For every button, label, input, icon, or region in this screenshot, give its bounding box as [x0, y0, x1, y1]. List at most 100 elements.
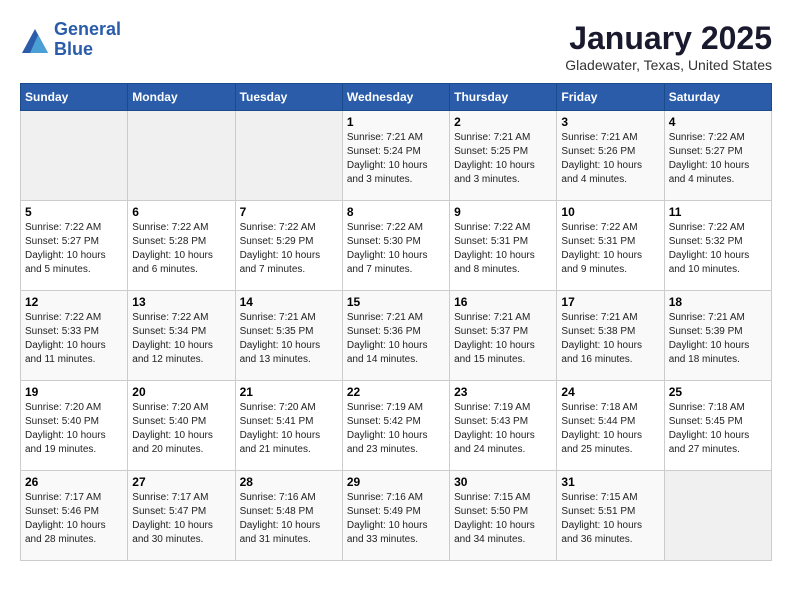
day-number: 6: [132, 205, 230, 219]
header-tuesday: Tuesday: [235, 84, 342, 111]
calendar-cell: 31 Sunrise: 7:15 AMSunset: 5:51 PMDayligh…: [557, 471, 664, 561]
day-number: 1: [347, 115, 445, 129]
day-number: 3: [561, 115, 659, 129]
day-info: Sunrise: 7:20 AMSunset: 5:41 PMDaylight:…: [240, 401, 338, 457]
day-info: Sunrise: 7:20 AMSunset: 5:40 PMDaylight:…: [132, 401, 230, 457]
calendar-cell: 22 Sunrise: 7:19 AMSunset: 5:42 PMDayligh…: [342, 381, 449, 471]
calendar-cell: 15Sunrise: 7:21 AMSunset: 5:36 PMDayligh…: [342, 291, 449, 381]
calendar-cell: 20 Sunrise: 7:20 AMSunset: 5:40 PMDayligh…: [128, 381, 235, 471]
day-number: 27: [132, 475, 230, 489]
day-info: Sunrise: 7:22 AMSunset: 5:33 PMDaylight:…: [25, 311, 123, 367]
day-number: 7: [240, 205, 338, 219]
calendar-cell: 17Sunrise: 7:21 AMSunset: 5:38 PMDayligh…: [557, 291, 664, 381]
day-info: Sunrise: 7:18 AMSunset: 5:44 PMDaylight:…: [561, 401, 659, 457]
calendar-cell: 2 Sunrise: 7:21 AMSunset: 5:25 PMDaylight…: [450, 111, 557, 201]
calendar-cell: 29Sunrise: 7:16 AMSunset: 5:49 PMDayligh…: [342, 471, 449, 561]
calendar-cell: 5Sunrise: 7:22 AMSunset: 5:27 PMDaylight…: [21, 201, 128, 291]
day-info: Sunrise: 7:21 AMSunset: 5:37 PMDaylight:…: [454, 311, 552, 367]
day-number: 25: [669, 385, 767, 399]
day-number: 28: [240, 475, 338, 489]
calendar-subtitle: Gladewater, Texas, United States: [565, 57, 772, 73]
logo-text: General Blue: [54, 20, 121, 60]
day-number: 30: [454, 475, 552, 489]
calendar-cell: [21, 111, 128, 201]
calendar-cell: [664, 471, 771, 561]
calendar-cell: 23 Sunrise: 7:19 AMSunset: 5:43 PMDayligh…: [450, 381, 557, 471]
calendar-cell: 7 Sunrise: 7:22 AMSunset: 5:29 PMDaylight…: [235, 201, 342, 291]
week-row-2: 5Sunrise: 7:22 AMSunset: 5:27 PMDaylight…: [21, 201, 772, 291]
header-wednesday: Wednesday: [342, 84, 449, 111]
day-info: Sunrise: 7:15 AMSunset: 5:51 PMDaylight:…: [561, 491, 659, 547]
day-number: 19: [25, 385, 123, 399]
day-info: Sunrise: 7:22 AMSunset: 5:31 PMDaylight:…: [561, 221, 659, 277]
calendar-cell: 13 Sunrise: 7:22 AMSunset: 5:34 PMDayligh…: [128, 291, 235, 381]
day-number: 23: [454, 385, 552, 399]
week-row-1: 1Sunrise: 7:21 AMSunset: 5:24 PMDaylight…: [21, 111, 772, 201]
calendar-cell: 3Sunrise: 7:21 AMSunset: 5:26 PMDaylight…: [557, 111, 664, 201]
calendar-cell: 9Sunrise: 7:22 AMSunset: 5:31 PMDaylight…: [450, 201, 557, 291]
calendar-cell: 30 Sunrise: 7:15 AMSunset: 5:50 PMDayligh…: [450, 471, 557, 561]
day-info: Sunrise: 7:19 AMSunset: 5:42 PMDaylight:…: [347, 401, 445, 457]
day-info: Sunrise: 7:22 AMSunset: 5:30 PMDaylight:…: [347, 221, 445, 277]
day-info: Sunrise: 7:22 AMSunset: 5:27 PMDaylight:…: [25, 221, 123, 277]
day-info: Sunrise: 7:22 AMSunset: 5:28 PMDaylight:…: [132, 221, 230, 277]
page-header: General Blue January 2025 Gladewater, Te…: [20, 20, 772, 73]
header-sunday: Sunday: [21, 84, 128, 111]
day-number: 10: [561, 205, 659, 219]
day-info: Sunrise: 7:20 AMSunset: 5:40 PMDaylight:…: [25, 401, 123, 457]
day-number: 4: [669, 115, 767, 129]
day-info: Sunrise: 7:22 AMSunset: 5:32 PMDaylight:…: [669, 221, 767, 277]
day-number: 8: [347, 205, 445, 219]
logo-icon: [20, 27, 50, 57]
day-info: Sunrise: 7:19 AMSunset: 5:43 PMDaylight:…: [454, 401, 552, 457]
day-number: 18: [669, 295, 767, 309]
day-number: 21: [240, 385, 338, 399]
day-info: Sunrise: 7:18 AMSunset: 5:45 PMDaylight:…: [669, 401, 767, 457]
week-row-3: 12 Sunrise: 7:22 AMSunset: 5:33 PMDayligh…: [21, 291, 772, 381]
day-info: Sunrise: 7:22 AMSunset: 5:31 PMDaylight:…: [454, 221, 552, 277]
day-info: Sunrise: 7:16 AMSunset: 5:48 PMDaylight:…: [240, 491, 338, 547]
calendar-cell: [235, 111, 342, 201]
day-number: 17: [561, 295, 659, 309]
calendar-cell: 12 Sunrise: 7:22 AMSunset: 5:33 PMDayligh…: [21, 291, 128, 381]
day-info: Sunrise: 7:15 AMSunset: 5:50 PMDaylight:…: [454, 491, 552, 547]
calendar-cell: 25 Sunrise: 7:18 AMSunset: 5:45 PMDayligh…: [664, 381, 771, 471]
day-number: 2: [454, 115, 552, 129]
calendar-cell: 14 Sunrise: 7:21 AMSunset: 5:35 PMDayligh…: [235, 291, 342, 381]
day-number: 12: [25, 295, 123, 309]
calendar-cell: 10 Sunrise: 7:22 AMSunset: 5:31 PMDayligh…: [557, 201, 664, 291]
day-info: Sunrise: 7:22 AMSunset: 5:29 PMDaylight:…: [240, 221, 338, 277]
week-row-5: 26 Sunrise: 7:17 AMSunset: 5:46 PMDayligh…: [21, 471, 772, 561]
calendar-body: 1Sunrise: 7:21 AMSunset: 5:24 PMDaylight…: [21, 111, 772, 561]
day-number: 11: [669, 205, 767, 219]
day-number: 14: [240, 295, 338, 309]
day-info: Sunrise: 7:21 AMSunset: 5:39 PMDaylight:…: [669, 311, 767, 367]
day-info: Sunrise: 7:22 AMSunset: 5:27 PMDaylight:…: [669, 131, 767, 187]
day-info: Sunrise: 7:17 AMSunset: 5:47 PMDaylight:…: [132, 491, 230, 547]
calendar-cell: 11 Sunrise: 7:22 AMSunset: 5:32 PMDayligh…: [664, 201, 771, 291]
day-number: 29: [347, 475, 445, 489]
calendar-cell: 26 Sunrise: 7:17 AMSunset: 5:46 PMDayligh…: [21, 471, 128, 561]
logo: General Blue: [20, 20, 121, 60]
calendar-cell: [128, 111, 235, 201]
day-number: 15: [347, 295, 445, 309]
calendar-cell: 16Sunrise: 7:21 AMSunset: 5:37 PMDayligh…: [450, 291, 557, 381]
day-number: 20: [132, 385, 230, 399]
calendar-cell: 21 Sunrise: 7:20 AMSunset: 5:41 PMDayligh…: [235, 381, 342, 471]
header-friday: Friday: [557, 84, 664, 111]
day-number: 13: [132, 295, 230, 309]
day-info: Sunrise: 7:21 AMSunset: 5:35 PMDaylight:…: [240, 311, 338, 367]
header-saturday: Saturday: [664, 84, 771, 111]
calendar-cell: 18 Sunrise: 7:21 AMSunset: 5:39 PMDayligh…: [664, 291, 771, 381]
day-number: 26: [25, 475, 123, 489]
day-number: 31: [561, 475, 659, 489]
calendar-cell: 6 Sunrise: 7:22 AMSunset: 5:28 PMDaylight…: [128, 201, 235, 291]
day-info: Sunrise: 7:22 AMSunset: 5:34 PMDaylight:…: [132, 311, 230, 367]
week-row-4: 19 Sunrise: 7:20 AMSunset: 5:40 PMDayligh…: [21, 381, 772, 471]
calendar-cell: 28 Sunrise: 7:16 AMSunset: 5:48 PMDayligh…: [235, 471, 342, 561]
calendar-cell: 8 Sunrise: 7:22 AMSunset: 5:30 PMDaylight…: [342, 201, 449, 291]
day-info: Sunrise: 7:17 AMSunset: 5:46 PMDaylight:…: [25, 491, 123, 547]
calendar-table: SundayMondayTuesdayWednesdayThursdayFrid…: [20, 83, 772, 561]
day-info: Sunrise: 7:21 AMSunset: 5:25 PMDaylight:…: [454, 131, 552, 187]
day-number: 22: [347, 385, 445, 399]
